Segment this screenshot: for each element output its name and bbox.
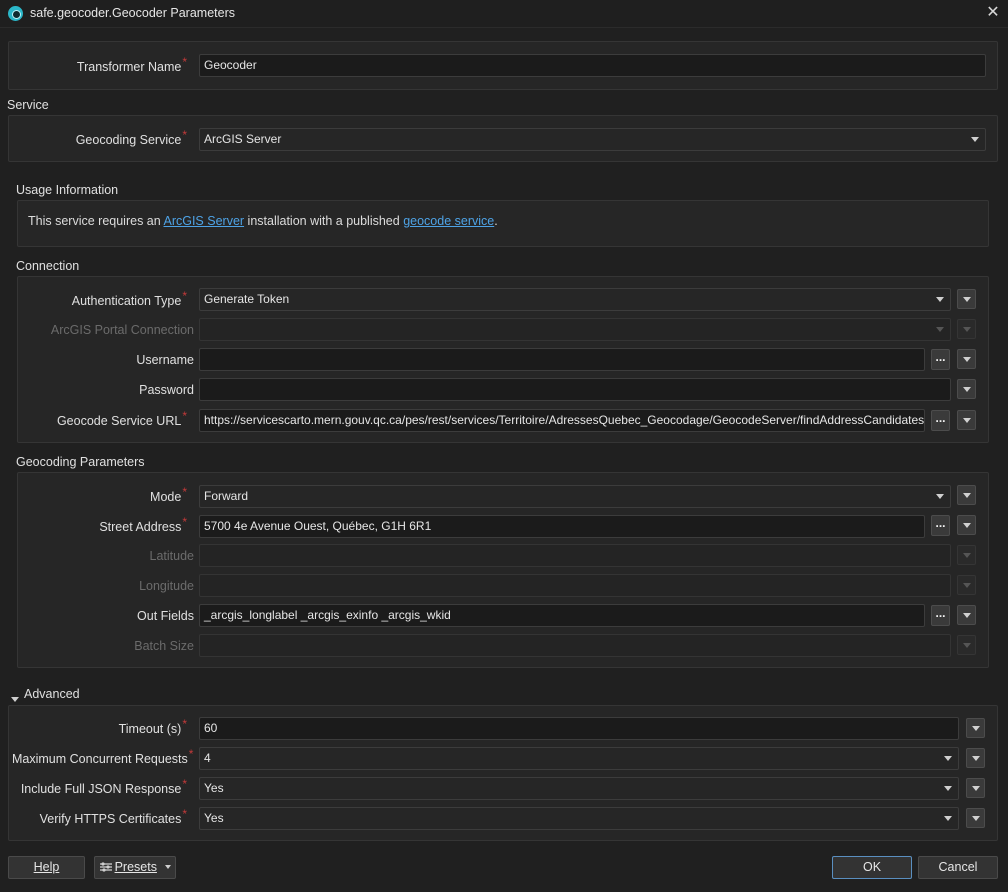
service-section-title: Service <box>7 98 49 112</box>
chevron-down-icon <box>944 756 952 761</box>
close-icon[interactable]: ✕ <box>984 4 1002 22</box>
chevron-down-icon <box>936 494 944 499</box>
password-label: Password <box>139 383 194 397</box>
verify-https-label: Verify HTTPS Certificates* <box>39 807 187 826</box>
chevron-down-icon <box>936 297 944 302</box>
batch-size-input <box>199 634 951 657</box>
out-fields-ellipsis-button[interactable]: ... <box>931 605 950 626</box>
ok-button[interactable]: OK <box>832 856 912 879</box>
longitude-menu-button <box>957 575 976 595</box>
presets-icon <box>99 858 113 872</box>
username-menu-button[interactable] <box>957 349 976 369</box>
geocoding-service-label: Geocoding Service* <box>75 128 187 147</box>
timeout-input[interactable]: 60 <box>199 717 959 740</box>
max-requests-menu-button[interactable] <box>966 748 985 768</box>
chevron-down-icon <box>944 786 952 791</box>
street-address-ellipsis-button[interactable]: ... <box>931 515 950 536</box>
chevron-down-icon <box>165 865 172 869</box>
password-input[interactable] <box>199 378 951 401</box>
authentication-type-label: Authentication Type* <box>71 289 187 308</box>
advanced-section-title[interactable]: Advanced <box>24 687 80 701</box>
out-fields-label: Out Fields <box>137 609 194 623</box>
app-icon <box>8 6 23 21</box>
username-input[interactable] <box>199 348 925 371</box>
geocode-service-url-label: Geocode Service URL* <box>56 409 187 428</box>
password-menu-button[interactable] <box>957 379 976 399</box>
street-address-menu-button[interactable] <box>957 515 976 535</box>
verify-https-select[interactable]: Yes <box>199 807 959 830</box>
transformer-name-label: Transformer Name* <box>76 55 187 74</box>
transformer-name-input[interactable]: Geocoder <box>199 54 986 77</box>
chevron-down-icon <box>936 327 944 332</box>
username-label: Username <box>136 353 194 367</box>
verify-https-menu-button[interactable] <box>966 808 985 828</box>
out-fields-menu-button[interactable] <box>957 605 976 625</box>
username-ellipsis-button[interactable]: ... <box>931 349 950 370</box>
chevron-down-icon <box>944 816 952 821</box>
authentication-type-menu-button[interactable] <box>957 289 976 309</box>
geocoding-service-select[interactable]: ArcGIS Server <box>199 128 986 151</box>
mode-menu-button[interactable] <box>957 485 976 505</box>
street-address-label: Street Address* <box>99 515 187 534</box>
window-title: safe.geocoder.Geocoder Parameters <box>30 6 235 20</box>
url-menu-button[interactable] <box>957 410 976 430</box>
url-ellipsis-button[interactable]: ... <box>931 410 950 431</box>
chevron-down-icon <box>971 137 979 142</box>
usage-section-title: Usage Information <box>16 183 119 197</box>
portal-connection-label: ArcGIS Portal Connection <box>50 323 194 337</box>
geocode-service-link[interactable]: geocode service <box>403 214 494 228</box>
usage-text: This service requires an ArcGIS Server i… <box>28 214 498 228</box>
geocoding-parameters-section-title: Geocoding Parameters <box>16 455 145 469</box>
max-requests-label: Maximum Concurrent Requests* <box>12 747 194 766</box>
timeout-label: Timeout (s)* <box>118 717 187 736</box>
authentication-type-select[interactable]: Generate Token <box>199 288 951 311</box>
geocode-service-url-input[interactable]: https://servicescarto.mern.gouv.qc.ca/pe… <box>199 409 925 432</box>
portal-connection-select <box>199 318 951 341</box>
batch-size-label: Batch Size <box>134 639 194 653</box>
max-requests-select[interactable]: 4 <box>199 747 959 770</box>
help-button[interactable]: Help <box>8 856 85 879</box>
batch-size-menu-button <box>957 635 976 655</box>
portal-connection-menu-button <box>957 319 976 339</box>
latitude-label: Latitude <box>149 549 194 563</box>
cancel-button[interactable]: Cancel <box>918 856 998 879</box>
presets-button[interactable]: Presets <box>94 856 176 879</box>
longitude-input <box>199 574 951 597</box>
latitude-input <box>199 544 951 567</box>
mode-label: Mode* <box>150 485 187 504</box>
longitude-label: Longitude <box>139 579 194 593</box>
street-address-input[interactable]: 5700 4e Avenue Ouest, Québec, G1H 6R1 <box>199 515 925 538</box>
advanced-collapse-icon[interactable] <box>11 691 19 705</box>
latitude-menu-button <box>957 545 976 565</box>
full-json-label: Include Full JSON Response* <box>20 777 187 796</box>
arcgis-server-link[interactable]: ArcGIS Server <box>163 214 244 228</box>
full-json-menu-button[interactable] <box>966 778 985 798</box>
full-json-select[interactable]: Yes <box>199 777 959 800</box>
mode-select[interactable]: Forward <box>199 485 951 508</box>
out-fields-input[interactable]: _arcgis_longlabel _arcgis_exinfo _arcgis… <box>199 604 925 627</box>
connection-section-title: Connection <box>16 259 80 273</box>
timeout-menu-button[interactable] <box>966 718 985 738</box>
